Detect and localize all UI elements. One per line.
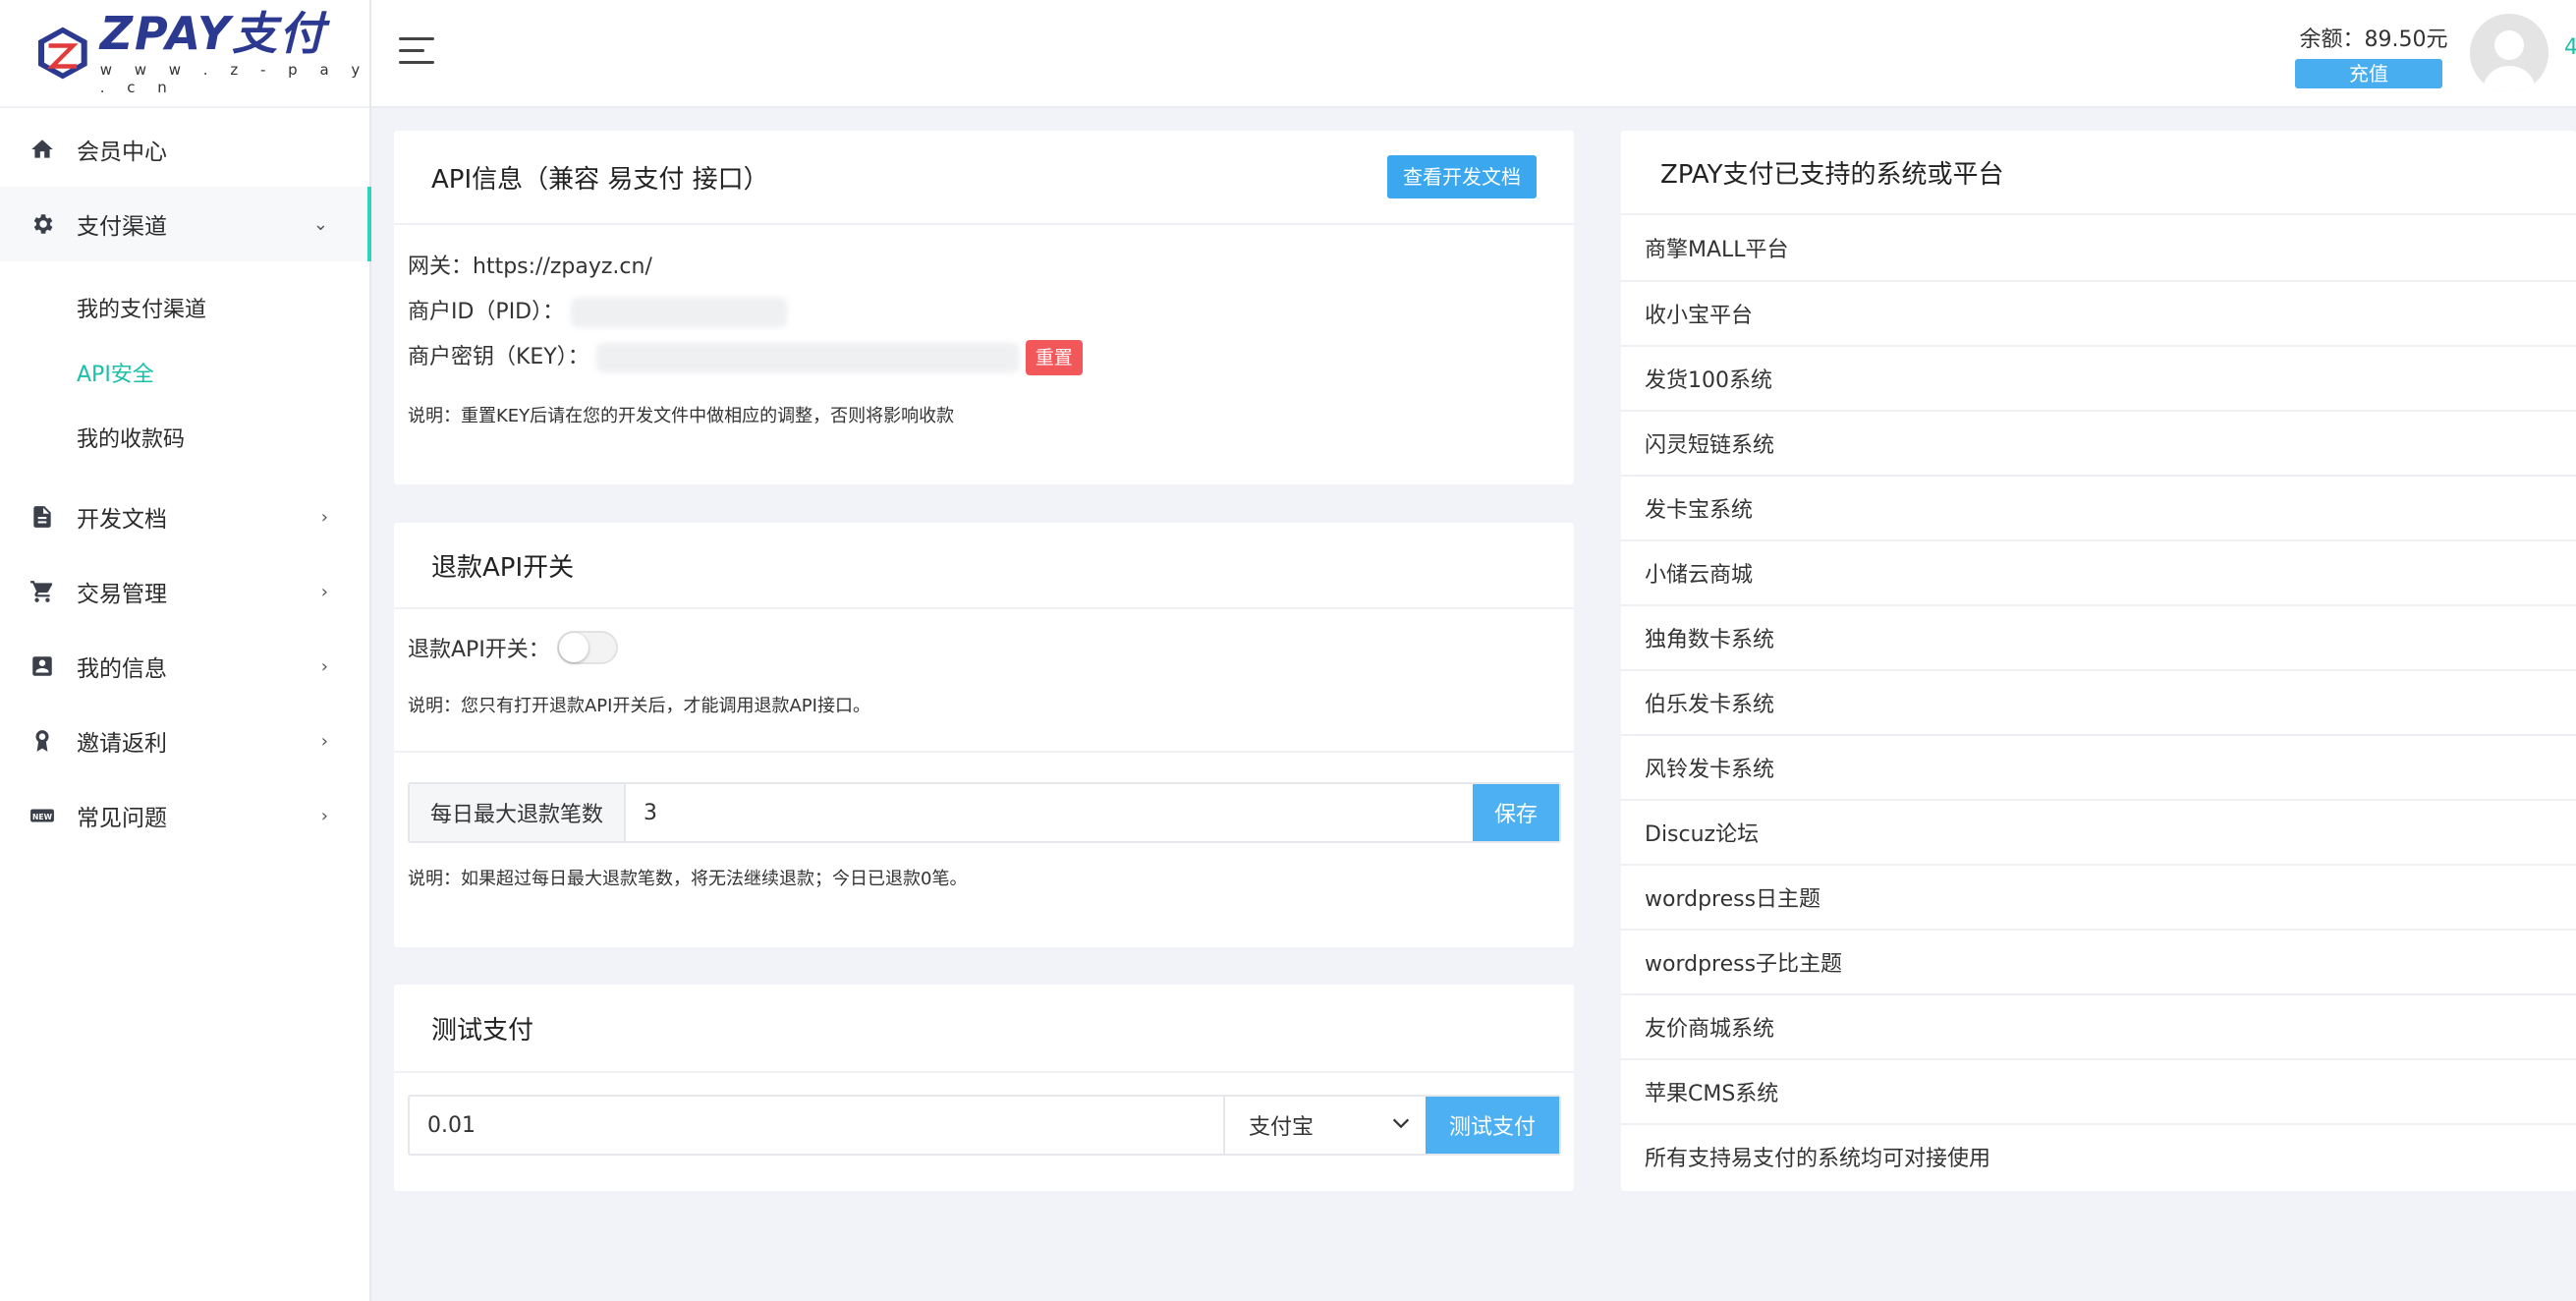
payment-method-value: 支付宝 (1249, 1115, 1315, 1140)
max-refund-input[interactable]: 3 (626, 784, 1473, 841)
divider (394, 751, 1574, 753)
sidebar: ZPAY支付 w w w . z - p a y . c n 会员中心 支付渠道… (0, 0, 371, 1301)
pid-row: 商户ID（PID）： (408, 294, 788, 327)
platforms-card: ZPAY支付已支持的系统或平台 商擎MALL平台 收小宝平台 发货100系统 闪… (1621, 131, 2576, 1191)
sidebar-item-label: 常见问题 (77, 806, 167, 831)
sidebar-item-my-info[interactable]: 我的信息 › (0, 629, 369, 704)
platform-item: 独角数卡系统 (1621, 604, 2576, 669)
brand-name: ZPAY支付 (99, 7, 327, 60)
amount-input[interactable]: 0.01 (410, 1097, 1223, 1154)
chevron-right-icon: › (320, 655, 328, 677)
contact-card-icon (29, 653, 55, 679)
sidebar-item-payment-channel[interactable]: 支付渠道 ⌄ (0, 187, 371, 261)
api-note: 说明：重置KEY后请在您的开发文件中做相应的调整，否则将影响收款 (408, 406, 955, 426)
platform-item: 闪灵短链系统 (1621, 410, 2576, 475)
refund-switch-label: 退款API开关： (408, 638, 550, 662)
test-payment-group: 0.01 支付宝 测试支付 (408, 1095, 1561, 1156)
api-info-card: API信息（兼容 易支付 接口） 查看开发文档 网关：https://zpayz… (394, 131, 1574, 484)
gateway-text: 网关：https://zpayz.cn/ (408, 255, 652, 279)
platform-item: 商擎MALL平台 (1645, 238, 1789, 262)
key-value-redacted (595, 343, 1019, 372)
brand-url: w w w . z - p a y . c n (99, 61, 369, 96)
sidebar-item-label: 会员中心 (77, 140, 167, 165)
logo-icon (38, 27, 87, 80)
refund-switch-row: 退款API开关： (408, 631, 618, 664)
test-payment-card: 测试支付 0.01 支付宝 测试支付 (394, 985, 1574, 1191)
chevron-right-icon: › (320, 805, 328, 826)
chevron-right-icon: › (320, 581, 328, 602)
logo[interactable]: ZPAY支付 w w w . z - p a y . c n (0, 0, 369, 108)
sidebar-item-label: 邀请返利 (77, 731, 167, 757)
platform-list: 商擎MALL平台 收小宝平台 发货100系统 闪灵短链系统 发卡宝系统 小储云商… (1621, 215, 2576, 1188)
platform-item: 小储云商城 (1621, 539, 2576, 604)
chevron-down-icon (1392, 1118, 1410, 1129)
platform-item: Discuz论坛 (1621, 799, 2576, 864)
max-refund-label: 每日最大退款笔数 (410, 784, 626, 841)
max-refund-group: 每日最大退款笔数 3 保存 (408, 782, 1561, 843)
view-docs-button[interactable]: 查看开发文档 (1387, 155, 1537, 198)
sidebar-item-label: 我的信息 (77, 656, 167, 682)
payment-method-select[interactable]: 支付宝 (1223, 1097, 1426, 1154)
user-number[interactable]: 4 (2564, 35, 2576, 60)
platform-item: 苹果CMS系统 (1621, 1058, 2576, 1123)
cart-icon (29, 579, 55, 604)
sidebar-subitem-my-channels[interactable]: 我的支付渠道 (0, 275, 369, 340)
platform-item: 发货100系统 (1621, 345, 2576, 410)
max-refund-note: 说明：如果超过每日最大退款笔数，将无法继续退款；今日已退款0笔。 (408, 869, 968, 889)
refund-api-card: 退款API开关 退款API开关： 说明：您只有打开退款API开关后，才能调用退款… (394, 523, 1574, 947)
document-icon (29, 504, 55, 530)
save-button[interactable]: 保存 (1473, 784, 1559, 841)
platforms-title: ZPAY支付已支持的系统或平台 (1660, 159, 2004, 190)
svg-text:NEW: NEW (32, 813, 53, 821)
new-icon: NEW (29, 803, 55, 828)
gear-icon (29, 211, 55, 237)
balance-panel: 余额：89.50元 充值 (2295, 22, 2452, 88)
avatar[interactable] (2470, 14, 2548, 92)
home-icon (29, 137, 55, 162)
chevron-right-icon: › (320, 730, 328, 752)
pid-value-redacted (571, 298, 788, 327)
sidebar-item-label: 支付渠道 (77, 214, 167, 240)
sidebar-subitem-my-qrcode[interactable]: 我的收款码 (0, 405, 369, 470)
reset-key-button[interactable]: 重置 (1025, 340, 1083, 375)
refund-card-title: 退款API开关 (431, 552, 575, 583)
sidebar-item-invite-rebate[interactable]: 邀请返利 › (0, 704, 369, 778)
balance-text: 余额：89.50元 (2299, 28, 2448, 52)
api-card-title: API信息（兼容 易支付 接口） (431, 164, 769, 195)
platform-item: wordpress日主题 (1621, 864, 2576, 929)
platform-item: 风铃发卡系统 (1621, 734, 2576, 799)
sidebar-item-faq[interactable]: NEW 常见问题 › (0, 778, 369, 853)
platform-item: 发卡宝系统 (1621, 475, 2576, 539)
platform-item: 伯乐发卡系统 (1621, 669, 2576, 734)
top-header: 余额：89.50元 充值 4 (371, 0, 2576, 108)
test-payment-button[interactable]: 测试支付 (1426, 1097, 1559, 1154)
recharge-button[interactable]: 充值 (2295, 59, 2442, 88)
key-row: 商户密钥（KEY）： 重置 (408, 339, 1083, 375)
platform-item: 友价商城系统 (1621, 993, 2576, 1058)
test-card-title: 测试支付 (431, 1015, 534, 1046)
badge-icon (29, 728, 55, 754)
pid-label: 商户ID（PID）： (408, 300, 565, 324)
sidebar-item-label: 开发文档 (77, 507, 167, 533)
menu-toggle-icon[interactable] (399, 37, 434, 67)
platform-item: 所有支持易支付的系统均可对接使用 (1621, 1123, 2576, 1188)
chevron-down-icon: ⌄ (312, 213, 328, 235)
sidebar-item-dev-docs[interactable]: 开发文档 › (0, 480, 369, 554)
platform-item: 收小宝平台 (1621, 280, 2576, 345)
sidebar-item-label: 交易管理 (77, 582, 167, 607)
platform-item: wordpress子比主题 (1621, 929, 2576, 993)
refund-note: 说明：您只有打开退款API开关后，才能调用退款API接口。 (408, 696, 870, 716)
sidebar-item-trade-management[interactable]: 交易管理 › (0, 554, 369, 629)
user-icon (2470, 14, 2548, 92)
sidebar-item-member-center[interactable]: 会员中心 (0, 112, 369, 187)
refund-api-toggle[interactable] (556, 631, 618, 664)
sidebar-subitem-api-security[interactable]: API安全 (0, 340, 369, 405)
chevron-right-icon: › (320, 506, 328, 528)
key-label: 商户密钥（KEY）： (408, 345, 589, 369)
